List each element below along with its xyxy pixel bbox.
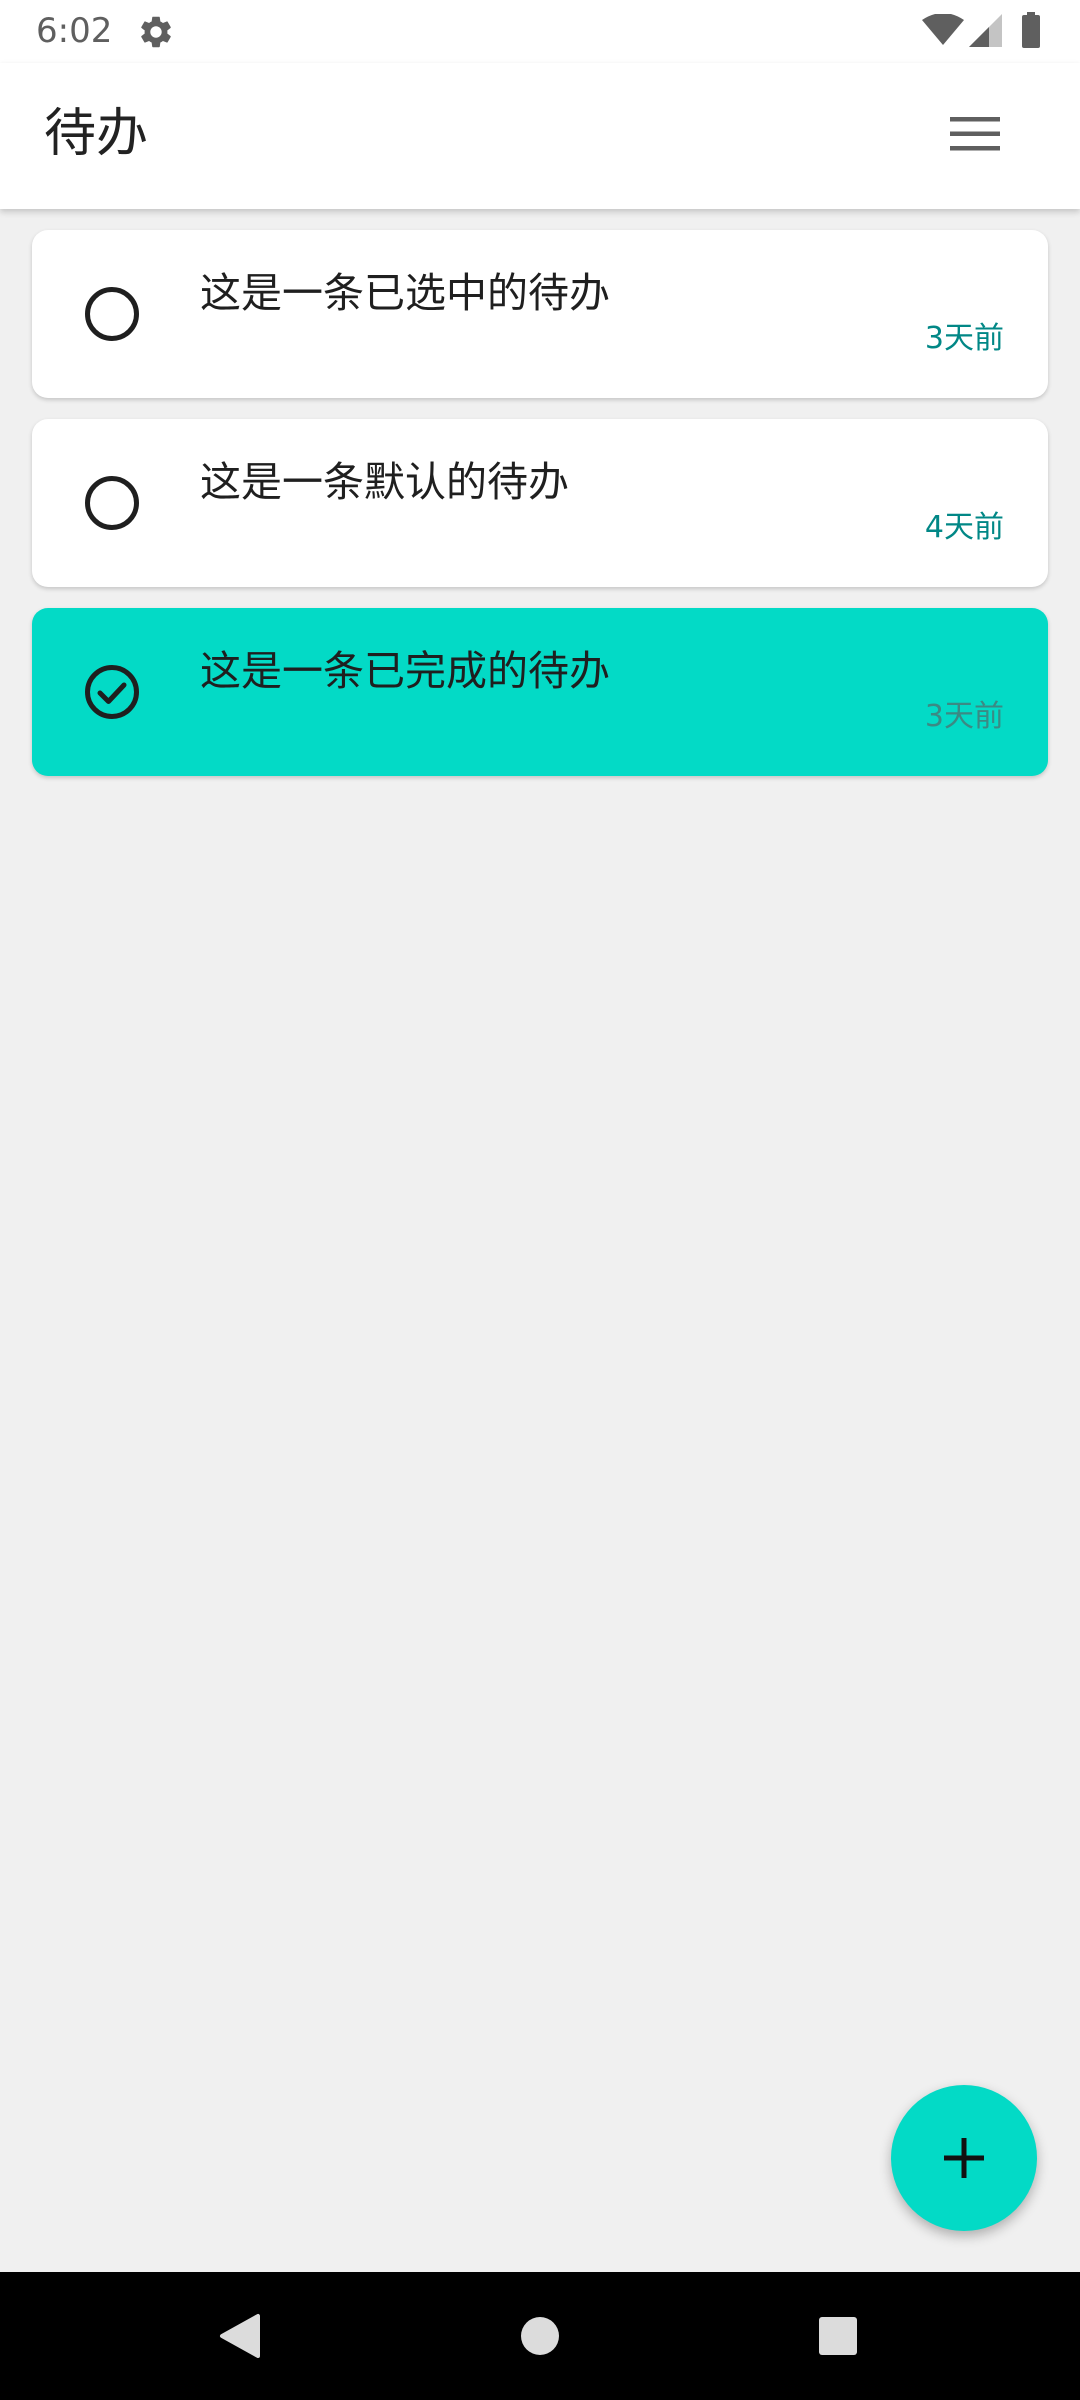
gear-icon [141, 16, 171, 48]
todo-item-completed[interactable]: 这是一条已完成的待办 3天前 [32, 608, 1048, 776]
todo-title: 这是一条默认的待办 [200, 458, 569, 506]
plus-icon [944, 2138, 984, 2178]
recents-icon[interactable] [818, 2316, 858, 2356]
battery-icon [1022, 12, 1040, 48]
todo-title: 这是一条已选中的待办 [200, 269, 610, 317]
page-title: 待办 [44, 104, 149, 164]
app-bar: 待办 [0, 63, 1080, 209]
home-icon[interactable] [520, 2316, 560, 2356]
wifi-icon [922, 14, 964, 45]
todo-timestamp: 3天前 [924, 699, 1004, 734]
add-todo-button[interactable] [891, 2085, 1037, 2231]
signal-icon [969, 14, 1002, 47]
unchecked-circle-icon[interactable] [84, 286, 140, 342]
hamburger-menu-icon [950, 117, 1000, 151]
status-time: 6:02 [36, 11, 113, 51]
todo-timestamp: 3天前 [924, 321, 1004, 356]
status-bar: 6:02 [0, 0, 1080, 63]
todo-timestamp: 4天前 [924, 510, 1004, 545]
navigation-bar [0, 2272, 1080, 2400]
todo-list: 这是一条已选中的待办 3天前 这是一条默认的待办 4天前 这是一条已完成的待办 … [32, 230, 1048, 797]
todo-item[interactable]: 这是一条默认的待办 4天前 [32, 419, 1048, 587]
todo-title: 这是一条已完成的待办 [200, 647, 610, 695]
unchecked-circle-icon[interactable] [84, 475, 140, 531]
back-icon[interactable] [218, 2312, 260, 2360]
menu-button[interactable] [940, 99, 1010, 169]
todo-item[interactable]: 这是一条已选中的待办 3天前 [32, 230, 1048, 398]
check-circle-icon[interactable] [84, 664, 140, 720]
